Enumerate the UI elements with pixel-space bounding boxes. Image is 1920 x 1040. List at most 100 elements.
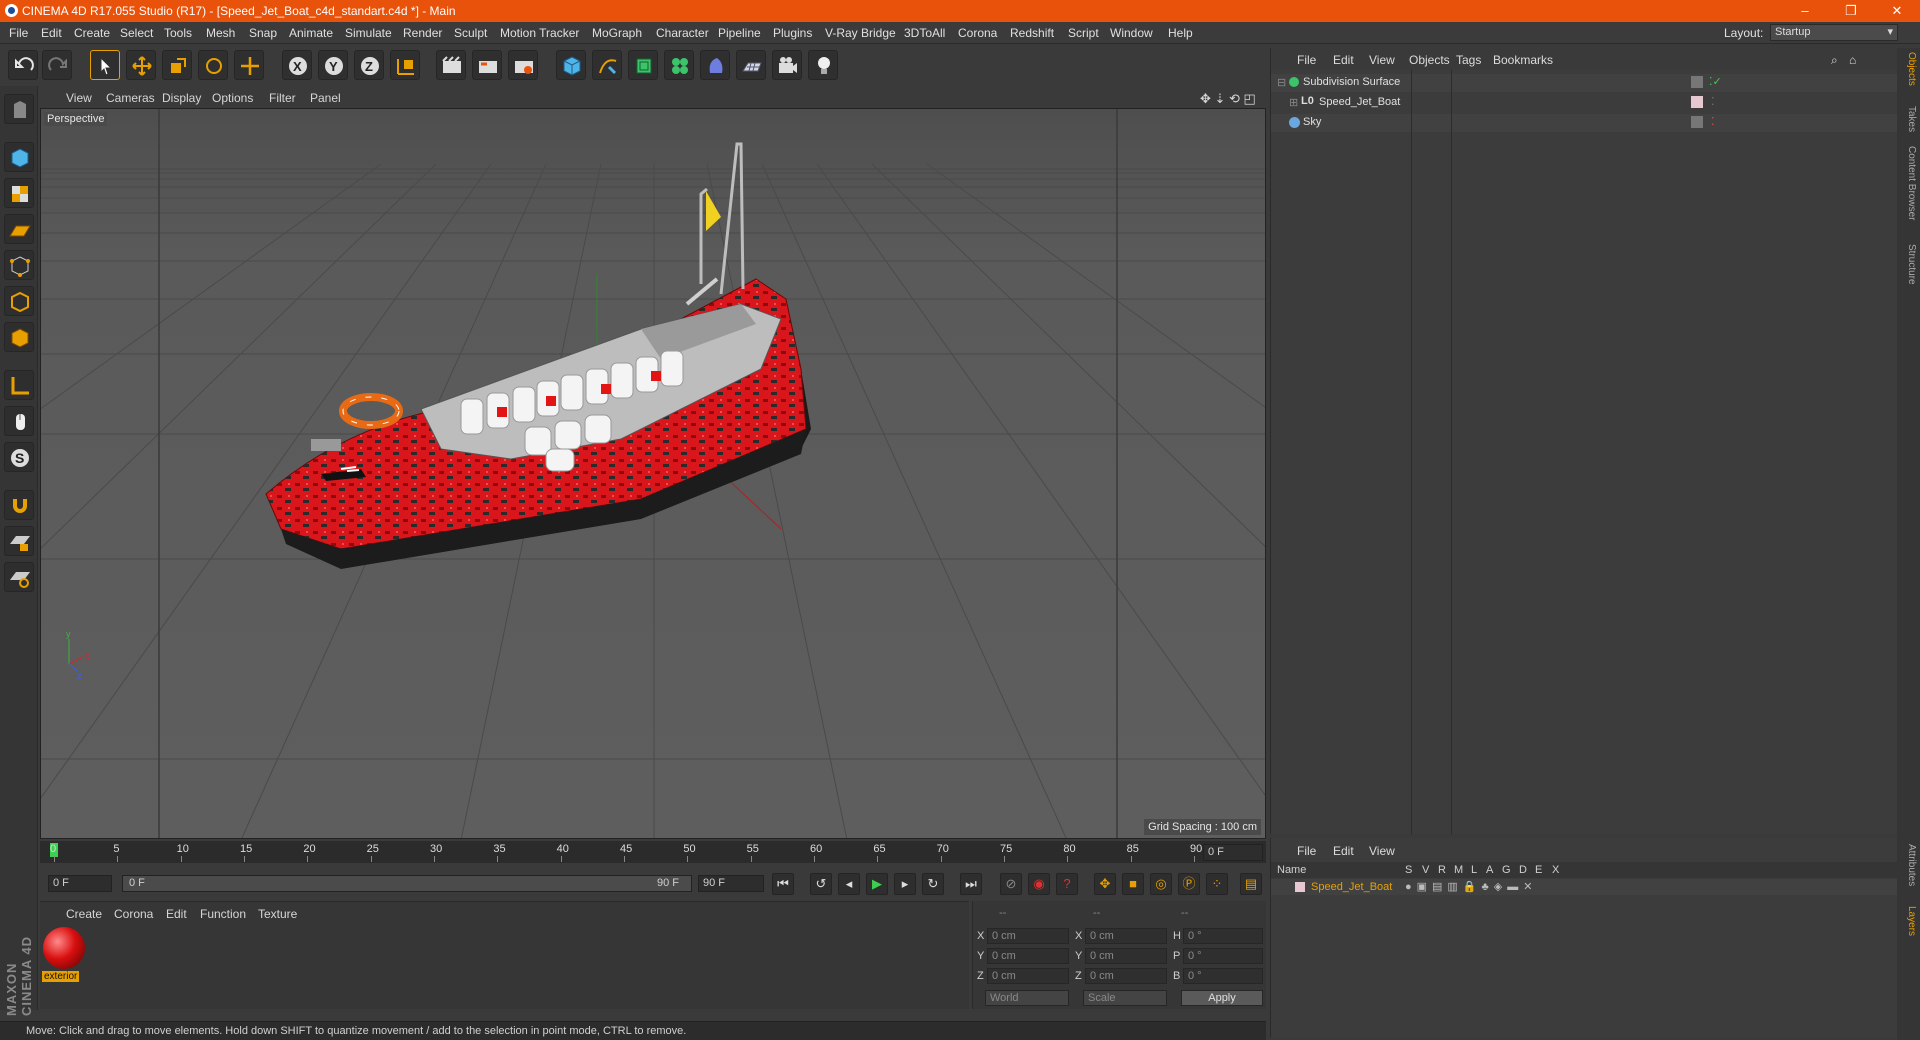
menu-simulate[interactable]: Simulate [345,26,392,40]
tab-layers[interactable]: Layers [1899,906,1917,936]
live-selection-button[interactable] [90,50,120,80]
autokeying-button[interactable]: ◉ [1028,873,1050,895]
minimize-button[interactable]: – [1782,0,1828,22]
record-keys-button[interactable]: ⊘ [1000,873,1022,895]
scale-select[interactable]: Scale [1083,990,1167,1006]
position-y-field[interactable]: 0 cm [987,948,1069,964]
rotation-p-field[interactable]: 0 ° [1183,948,1263,964]
render-settings-button[interactable] [508,50,538,80]
layer-color-icon[interactable] [1691,96,1703,108]
start-frame-field[interactable]: 0 F [48,875,112,892]
current-frame-field[interactable]: 0 F [1203,844,1263,861]
position-z-field[interactable]: 0 cm [987,968,1069,984]
menu-motion-tracker[interactable]: Motion Tracker [500,26,579,40]
viewport-menu-display[interactable]: Display [162,91,201,105]
viewport-perspective[interactable]: y x z Perspective Grid Spacing : 100 cm [40,108,1266,839]
key-scale-button[interactable]: ■ [1122,873,1144,895]
light-button[interactable] [808,50,838,80]
material-swatch-exterior[interactable]: exterior [42,927,86,985]
menu-sculpt[interactable]: Sculpt [454,26,487,40]
viewport-navigation-icons[interactable]: ✥ ⇣ ⟲ ◰ [1200,91,1256,107]
rotation-b-field[interactable]: 0 ° [1183,968,1263,984]
object-row-sky[interactable]: Sky ⁚ [1271,114,1898,132]
tab-objects[interactable]: Objects [1899,52,1917,86]
go-to-end-button[interactable]: ⏭ [960,873,982,895]
rotate-tool-button[interactable] [198,50,228,80]
end-frame-field[interactable]: 90 F [698,875,764,892]
y-axis-lock-button[interactable]: Y [318,50,348,80]
menu-window[interactable]: Window [1110,26,1153,40]
visibility-dots-icon[interactable]: ⁚✓ [1709,75,1722,88]
viewport-menu-view[interactable]: View [66,91,92,105]
layer-menu-edit[interactable]: Edit [1333,844,1354,858]
camera-button[interactable] [772,50,802,80]
key-pla-button[interactable]: ⁘ [1206,873,1228,895]
previous-frame-button[interactable]: ◂ [838,873,860,895]
layer-flag-icons[interactable]: ●▣▤▥🔒♣◈▬✕ [1405,880,1537,893]
position-x-field[interactable]: 0 cm [987,928,1069,944]
menu-edit[interactable]: Edit [41,26,62,40]
axis-mode-button[interactable] [4,370,34,400]
object-row-subdivision-surface[interactable]: ⊟ Subdivision Surface ⁚✓ [1271,74,1898,92]
menu-select[interactable]: Select [120,26,153,40]
viewport-menu-options[interactable]: Options [212,91,253,105]
play-button[interactable]: ▶ [866,873,888,895]
next-key-button[interactable]: ↻ [922,873,944,895]
menu-help[interactable]: Help [1168,26,1193,40]
magnet-button[interactable] [4,490,34,520]
timeline-ruler[interactable]: 0 5 10 15 20 25 30 35 40 45 50 55 60 65 70 75 80 85 90 0 F [40,841,1266,863]
size-z-field[interactable]: 0 cm [1085,968,1167,984]
object-menu-edit[interactable]: Edit [1333,53,1354,67]
layout-select[interactable]: Startup ▾ [1770,24,1898,41]
menu-character[interactable]: Character [656,26,709,40]
edges-mode-button[interactable] [4,286,34,316]
move-tool-button[interactable] [126,50,156,80]
layer-icon[interactable] [1691,76,1703,88]
tab-attributes[interactable]: Attributes [1899,844,1917,886]
tab-takes[interactable]: Takes [1899,106,1917,132]
menu-plugins[interactable]: Plugins [773,26,812,40]
material-menu-corona[interactable]: Corona [114,907,153,921]
z-axis-lock-button[interactable]: Z [354,50,384,80]
rotation-h-field[interactable]: 0 ° [1183,928,1263,944]
render-view-button[interactable] [436,50,466,80]
snapping-button[interactable]: S [4,442,34,472]
viewport-menu-panel[interactable]: Panel [310,91,341,105]
viewport-menu-filter[interactable]: Filter [269,91,296,105]
solo-button[interactable] [4,562,34,592]
object-row-speed-jet-boat[interactable]: ⊞ L0 Speed_Jet_Boat ⁚ [1271,94,1898,112]
render-picture-viewer-button[interactable] [472,50,502,80]
layer-icon[interactable] [1691,116,1703,128]
transform-tool-button[interactable] [234,50,264,80]
object-menu-bookmarks[interactable]: Bookmarks [1493,53,1553,67]
layer-color-swatch[interactable] [1295,882,1305,892]
layer-menu-file[interactable]: File [1297,844,1316,858]
points-mode-button[interactable] [4,250,34,280]
undo-button[interactable] [8,50,38,80]
key-position-button[interactable]: ✥ [1094,873,1116,895]
menu-render[interactable]: Render [403,26,442,40]
subdivision-surface-button[interactable] [628,50,658,80]
menu-file[interactable]: File [9,26,28,40]
layer-menu-view[interactable]: View [1369,844,1395,858]
cloner-button[interactable] [664,50,694,80]
previous-key-button[interactable]: ↺ [810,873,832,895]
object-menu-file[interactable]: File [1297,53,1316,67]
menu-mograph[interactable]: MoGraph [592,26,642,40]
menu-create[interactable]: Create [74,26,110,40]
next-frame-button[interactable]: ▸ [894,873,916,895]
texture-mode-button[interactable] [4,178,34,208]
material-menu-edit[interactable]: Edit [166,907,187,921]
timeline-window-button[interactable]: ▤ [1240,873,1262,895]
menu-snap[interactable]: Snap [249,26,277,40]
go-to-start-button[interactable]: ⏮ [772,873,794,895]
search-icon[interactable]: ⌕ [1831,53,1838,68]
visibility-dots-icon[interactable]: ⁚ [1711,115,1715,128]
menu-tools[interactable]: Tools [164,26,192,40]
visibility-dots-icon[interactable]: ⁚ [1711,95,1715,108]
menu-3dtoall[interactable]: 3DToAll [904,26,945,40]
tab-structure[interactable]: Structure [1899,244,1917,285]
menu-vray-bridge[interactable]: V-Ray Bridge [825,26,896,40]
scale-tool-button[interactable] [162,50,192,80]
cube-primitive-button[interactable] [556,50,586,80]
